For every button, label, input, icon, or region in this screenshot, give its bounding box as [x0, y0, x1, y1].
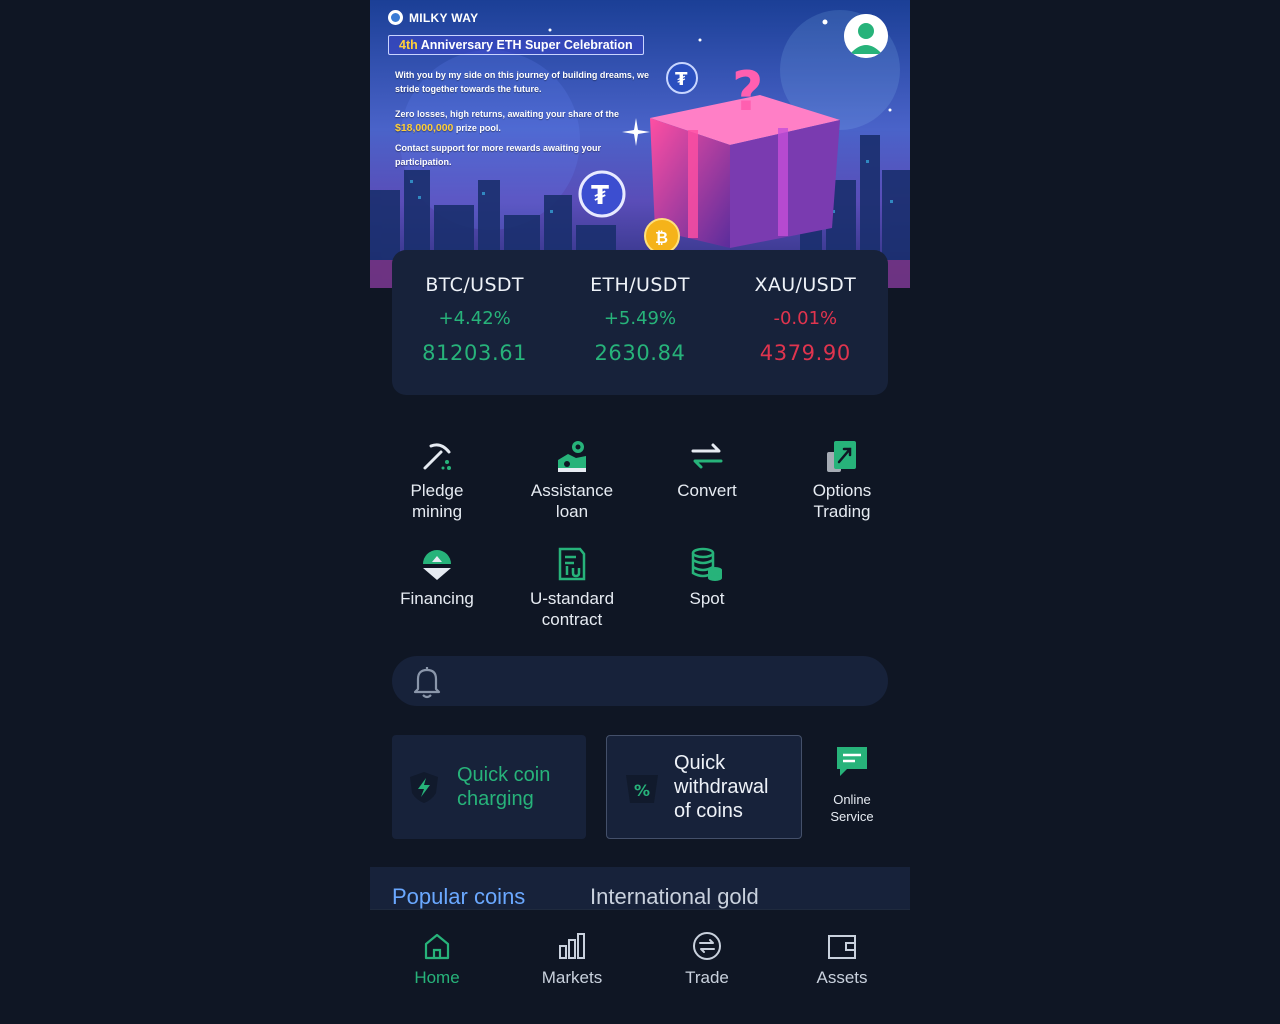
assistance-loan-button[interactable]: Assistance loan [507, 438, 637, 522]
options-chart-icon [827, 441, 856, 472]
ticker-change: -0.01% [773, 308, 838, 329]
quick-charge-label-line-1: Quick coin [457, 764, 551, 786]
tab-international-gold[interactable]: International gold [590, 884, 759, 909]
lightning-shield-icon [410, 772, 438, 803]
home-icon [424, 933, 450, 960]
banner-title-highlight: 4th [399, 38, 418, 52]
nav-label: Home [414, 968, 460, 987]
coin-stack-icon [691, 547, 722, 581]
banner-line-3: Contact support for more rewards awaitin… [395, 143, 602, 167]
percent-tag-icon: % [626, 775, 658, 803]
svg-text:%: % [634, 781, 650, 800]
banner-line-2: Zero losses, high returns, awaiting your… [395, 107, 650, 135]
ticker-price: 4379.90 [759, 341, 851, 365]
func-label: Pledge [410, 481, 464, 500]
promo-banner[interactable]: ? ₮ ₮ ₿ MILKY WAY 4th Anniversary ETH Su… [370, 0, 910, 288]
milky-way-logo-icon [388, 10, 403, 25]
func-label-2: loan [555, 502, 589, 521]
func-label-2: contract [541, 610, 603, 629]
banner-line-2-post: prize pool. [453, 123, 501, 133]
nav-home[interactable]: Home [377, 930, 497, 988]
bar-chart-icon [559, 933, 585, 959]
banner-title: 4th Anniversary ETH Super Celebration [388, 35, 644, 55]
svg-text:₿: ₿ [655, 228, 668, 247]
exchange-circle-icon [693, 932, 721, 960]
ticker-xau[interactable]: XAU/USDT -0.01% 4379.90 [730, 274, 880, 395]
bottom-navigation: Home Markets Trade Assets [370, 909, 910, 1024]
func-label: U-standard [529, 589, 615, 608]
ticker-eth[interactable]: ETH/USDT +5.49% 2630.84 [565, 274, 715, 395]
announcement-bar[interactable] [392, 656, 888, 706]
app-screen: ? ₮ ₮ ₿ MILKY WAY 4th Anniversary ETH Su… [370, 0, 910, 1024]
ticker-pair: BTC/USDT [425, 274, 524, 296]
func-label: Financing [400, 589, 474, 608]
online-service-button[interactable]: Online Service [814, 745, 890, 825]
nav-markets[interactable]: Markets [512, 930, 632, 988]
quick-coin-charging-button[interactable]: Quick coin charging [392, 735, 586, 839]
brand-logo: MILKY WAY [388, 10, 478, 25]
market-ticker-card: BTC/USDT +4.42% 81203.61 ETH/USDT +5.49%… [392, 250, 888, 395]
pickaxe-icon [423, 443, 451, 470]
ticker-change: +4.42% [438, 308, 511, 329]
online-service-label-line-1: Online [833, 792, 871, 807]
user-avatar[interactable] [844, 14, 888, 58]
ticker-change: +5.49% [603, 308, 677, 329]
banner-line-2-pre: Zero losses, high returns, awaiting your… [395, 109, 620, 119]
u-standard-contract-button[interactable]: U-standard contract [507, 546, 637, 630]
convert-arrows-icon [691, 443, 723, 469]
func-label: Spot [689, 589, 725, 608]
quick-charge-label: Quick coin charging [457, 763, 550, 811]
func-label-2: mining [411, 502, 463, 521]
brand-name: MILKY WAY [409, 10, 479, 25]
chat-bubble-icon [837, 747, 867, 776]
svg-text:₮: ₮ [591, 181, 609, 211]
user-avatar-icon [844, 14, 888, 58]
func-label-2: Trading [813, 502, 871, 521]
func-label: Options [812, 481, 872, 500]
nav-label: Assets [816, 968, 868, 987]
online-service-label-line-2: Service [830, 809, 874, 824]
quick-withdraw-label-line-3: of coins [674, 800, 743, 822]
quick-withdrawal-button[interactable]: % Quick withdrawal of coins [606, 735, 802, 839]
bell-icon [413, 667, 441, 699]
market-tabs: Popular coins International gold [370, 867, 910, 909]
ticker-pair: ETH/USDT [590, 274, 690, 296]
prize-amount: $18,000,000 [395, 122, 454, 134]
banner-title-rest: Anniversary ETH Super Celebration [417, 38, 633, 52]
spot-button[interactable]: Spot [642, 546, 772, 609]
ticker-price: 81203.61 [422, 341, 528, 365]
nav-label: Trade [685, 968, 729, 987]
ticker-price: 2630.84 [594, 341, 686, 365]
financing-icon [423, 550, 451, 580]
func-label: Convert [677, 481, 737, 500]
financing-button[interactable]: Financing [372, 546, 502, 609]
ticker-btc[interactable]: BTC/USDT +4.42% 81203.61 [400, 274, 550, 395]
quick-charge-label-line-2: charging [457, 788, 534, 810]
contract-document-icon [558, 547, 586, 581]
ticker-pair: XAU/USDT [754, 274, 857, 296]
svg-text:₮: ₮ [675, 69, 688, 90]
convert-button[interactable]: Convert [642, 438, 772, 501]
banner-line-1: With you by my side on this journey of b… [395, 70, 649, 94]
quick-withdraw-label-line-2: withdrawal [674, 776, 769, 798]
tab-popular-coins[interactable]: Popular coins [392, 884, 525, 909]
options-trading-button[interactable]: Options Trading [777, 438, 907, 522]
func-label: Assistance [530, 481, 614, 500]
quick-withdraw-label: Quick withdrawal of coins [674, 751, 768, 823]
wallet-icon [828, 935, 856, 959]
svg-text:?: ? [732, 60, 763, 123]
nav-trade[interactable]: Trade [647, 930, 767, 988]
pledge-mining-button[interactable]: Pledge mining [372, 438, 502, 522]
loan-icon [558, 441, 586, 472]
quick-withdraw-label-line-1: Quick [674, 752, 726, 774]
nav-assets[interactable]: Assets [782, 930, 902, 988]
nav-label: Markets [541, 968, 603, 987]
